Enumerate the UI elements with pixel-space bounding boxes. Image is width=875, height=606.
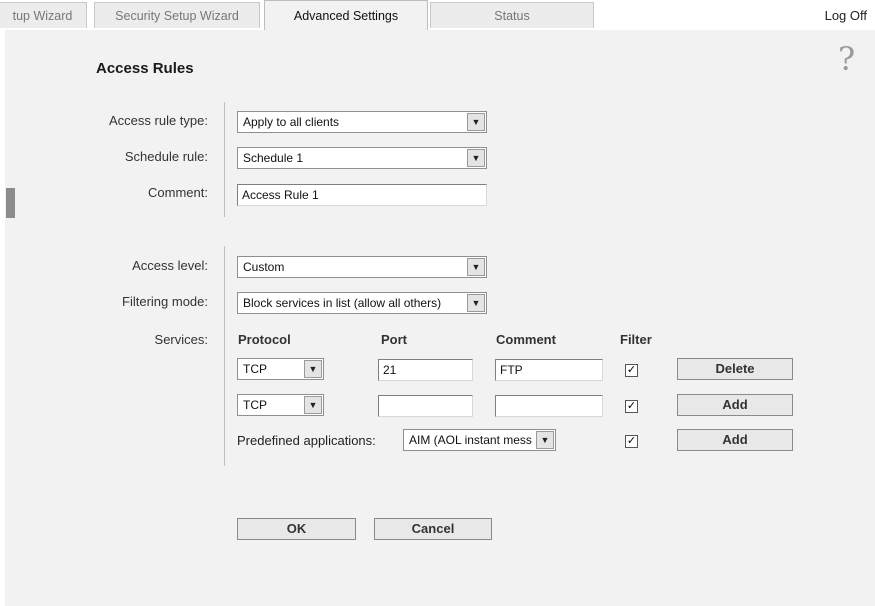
tab-setup-wizard[interactable]: tup Wizard (0, 2, 87, 28)
chevron-down-icon: ▼ (467, 149, 485, 167)
filtering-mode-value: Block services in list (allow all others… (243, 296, 442, 310)
add-button[interactable]: Add (677, 394, 793, 416)
tab-status[interactable]: Status (430, 2, 594, 28)
access-level-value: Custom (243, 260, 285, 274)
filter-checkbox[interactable]: ✓ (625, 364, 638, 377)
tab-bar: tup Wizard Security Setup Wizard Advance… (0, 0, 875, 30)
protocol-value: TCP (243, 362, 267, 376)
chevron-down-icon: ▼ (304, 396, 322, 414)
access-level-select[interactable]: Custom ▼ (237, 256, 487, 278)
chevron-down-icon: ▼ (467, 294, 485, 312)
protocol-select[interactable]: TCP ▼ (237, 394, 324, 416)
tab-advanced-settings[interactable]: Advanced Settings (264, 0, 428, 30)
access-rule-type-select[interactable]: Apply to all clients ▼ (237, 111, 487, 133)
predefined-applications-value: AIM (AOL instant mess (409, 433, 532, 447)
chevron-down-icon: ▼ (467, 258, 485, 276)
schedule-rule-value: Schedule 1 (243, 151, 304, 165)
predefined-applications-label: Predefined applications: (237, 433, 376, 448)
access-rule-type-value: Apply to all clients (243, 115, 340, 129)
comment-header: Comment (496, 332, 556, 347)
chevron-down-icon: ▼ (467, 113, 485, 131)
access-rule-type-label: Access rule type: (109, 113, 208, 128)
section-divider (224, 246, 225, 466)
service-comment-field[interactable]: FTP (495, 359, 603, 381)
access-level-label: Access level: (132, 258, 208, 273)
comment-label: Comment: (148, 185, 208, 200)
schedule-rule-select[interactable]: Schedule 1 ▼ (237, 147, 487, 169)
service-comment-field[interactable] (495, 395, 603, 417)
protocol-select[interactable]: TCP ▼ (237, 358, 324, 380)
cancel-button[interactable]: Cancel (374, 518, 492, 540)
chevron-down-icon: ▼ (536, 431, 554, 449)
filter-header: Filter (620, 332, 652, 347)
page-title: Access Rules (96, 60, 194, 77)
section-divider (224, 102, 225, 217)
filter-checkbox[interactable]: ✓ (625, 435, 638, 448)
tab-security-setup-wizard[interactable]: Security Setup Wizard (94, 2, 260, 28)
help-icon[interactable]: ? (838, 40, 855, 78)
chevron-down-icon: ▼ (304, 360, 322, 378)
schedule-rule-label: Schedule rule: (124, 149, 208, 164)
port-header: Port (381, 332, 407, 347)
protocol-header: Protocol (238, 332, 291, 347)
comment-field[interactable]: Access Rule 1 (237, 184, 487, 206)
ok-button[interactable]: OK (237, 518, 356, 540)
add-predefined-button[interactable]: Add (677, 429, 793, 451)
predefined-applications-select[interactable]: AIM (AOL instant mess ▼ (403, 429, 556, 451)
filtering-mode-select[interactable]: Block services in list (allow all others… (237, 292, 487, 314)
log-off-link[interactable]: Log Off (825, 8, 867, 23)
services-label: Services: (154, 332, 208, 347)
delete-button[interactable]: Delete (677, 358, 793, 380)
protocol-value: TCP (243, 398, 267, 412)
filter-checkbox[interactable]: ✓ (625, 400, 638, 413)
port-field[interactable]: 21 (378, 359, 473, 381)
filtering-mode-label: Filtering mode: (122, 294, 208, 309)
port-field[interactable] (378, 395, 473, 417)
